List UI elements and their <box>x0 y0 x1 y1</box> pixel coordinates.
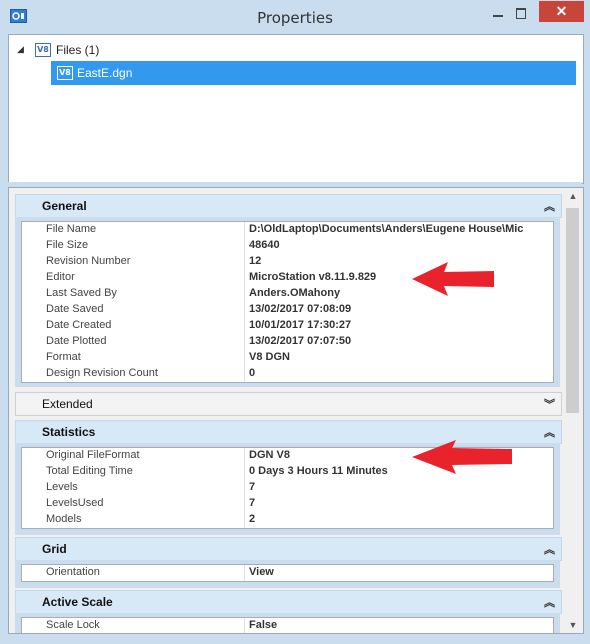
vertical-scrollbar[interactable]: ▲ ▼ <box>564 188 582 633</box>
chevron-up-icon[interactable]: ︽ <box>544 424 555 440</box>
section-body-grid: Orientation View <box>15 560 560 588</box>
property-grid-active-scale: Scale Lock False <box>21 617 554 633</box>
scrollbar-thumb[interactable] <box>566 208 579 413</box>
chevron-up-icon[interactable]: ︽ <box>544 541 555 557</box>
property-grid-grid: Orientation View <box>21 564 554 582</box>
property-value: 13/02/2017 07:07:50 <box>249 335 352 347</box>
property-value: 48640 <box>249 239 280 251</box>
red-arrow-annotation-icon <box>412 440 512 474</box>
property-value: View <box>249 566 274 578</box>
chevron-down-icon[interactable]: ︾ <box>544 396 555 412</box>
section-title: Statistics <box>42 425 96 439</box>
property-label: File Name <box>46 223 97 235</box>
property-row[interactable]: Design Revision Count 0 <box>22 366 553 382</box>
scroll-down-arrow-icon[interactable]: ▼ <box>564 617 582 633</box>
property-value: 0 Days 3 Hours 11 Minutes <box>249 465 388 477</box>
property-label: File Size <box>46 239 89 251</box>
section-header-grid[interactable]: Grid ︽ <box>15 537 562 561</box>
property-label: Editor <box>46 271 75 283</box>
property-label: Revision Number <box>46 255 131 267</box>
property-value: DGN V8 <box>249 449 290 461</box>
section-header-general[interactable]: General ︽ <box>15 194 562 218</box>
property-label: Format <box>46 351 81 363</box>
property-row[interactable]: File Name D:\OldLaptop\Documents\Anders\E… <box>22 222 553 238</box>
minimize-button[interactable] <box>487 4 509 22</box>
tree-root-label[interactable]: Files (1) <box>56 43 99 57</box>
property-value: False <box>249 619 278 631</box>
property-label: Levels <box>46 481 78 493</box>
scroll-up-arrow-icon[interactable]: ▲ <box>564 188 582 204</box>
property-value: 10/01/2017 17:30:27 <box>249 319 352 331</box>
v8-file-icon: V8 <box>57 66 73 80</box>
property-label: Date Saved <box>46 303 104 315</box>
property-label: Design Revision Count <box>46 367 158 379</box>
property-row[interactable]: Date Plotted 13/02/2017 07:07:50 <box>22 334 553 350</box>
tree-item-label: EastE.dgn <box>77 66 133 80</box>
property-row[interactable]: Format V8 DGN <box>22 350 553 366</box>
property-row[interactable]: Scale Lock False <box>22 618 553 633</box>
property-label: Original FileFormat <box>46 449 140 461</box>
property-row[interactable]: Orientation View <box>22 565 553 581</box>
property-value: V8 DGN <box>249 351 290 363</box>
property-value: 2 <box>249 513 256 525</box>
tree-item-selected-file[interactable]: V8 EastE.dgn <box>51 61 576 85</box>
chevron-up-icon[interactable]: ︽ <box>544 594 555 610</box>
property-label: Date Created <box>46 319 112 331</box>
property-value: 7 <box>249 481 256 493</box>
section-body-active-scale: Scale Lock False <box>15 613 560 633</box>
property-row[interactable]: Levels 7 <box>22 480 553 496</box>
property-label: Models <box>46 513 82 525</box>
title-bar[interactable]: Properties ✕ <box>0 0 590 34</box>
section-title: Grid <box>42 542 67 556</box>
chevron-up-icon[interactable]: ︽ <box>544 198 555 214</box>
section-header-extended[interactable]: Extended ︾ <box>15 392 562 416</box>
file-tree[interactable]: ◢ V8 Files (1) V8 EastE.dgn <box>8 34 584 184</box>
section-title: General <box>42 199 87 213</box>
property-row[interactable]: Date Created 10/01/2017 17:30:27 <box>22 318 553 334</box>
v8-file-icon: V8 <box>35 43 51 57</box>
property-grid-general: File Name D:\OldLaptop\Documents\Anders\E… <box>21 221 554 383</box>
property-value: D:\OldLaptop\Documents\Anders\Eugene Hou… <box>249 223 524 235</box>
close-button[interactable]: ✕ <box>539 1 584 22</box>
property-row[interactable]: File Size 48640 <box>22 238 553 254</box>
property-label: Total Editing Time <box>46 465 133 477</box>
property-row[interactable]: LevelsUsed 7 <box>22 496 553 512</box>
property-row[interactable]: Date Saved 13/02/2017 07:08:09 <box>22 302 553 318</box>
property-row[interactable]: Models 2 <box>22 512 553 528</box>
property-label: LevelsUsed <box>46 497 104 509</box>
maximize-button[interactable] <box>510 4 532 22</box>
properties-window: Properties ✕ ◢ V8 Files (1) V8 EastE.dgn… <box>0 0 590 644</box>
property-value: 13/02/2017 07:08:09 <box>249 303 352 315</box>
property-label: Orientation <box>46 566 100 578</box>
property-label: Scale Lock <box>46 619 100 631</box>
property-label: Last Saved By <box>46 287 117 299</box>
properties-pane: General ︽ File Name D:\OldLaptop\Document… <box>8 187 584 634</box>
red-arrow-annotation-icon <box>412 262 494 296</box>
property-value: 0 <box>249 367 256 379</box>
section-title: Extended <box>42 397 93 411</box>
property-value: MicroStation v8.11.9.829 <box>249 271 377 283</box>
section-header-active-scale[interactable]: Active Scale ︽ <box>15 590 562 614</box>
property-value: Anders.OMahony <box>249 287 341 299</box>
section-title: Active Scale <box>42 595 113 609</box>
property-value: 7 <box>249 497 256 509</box>
collapse-triangle-icon[interactable]: ◢ <box>17 44 24 55</box>
property-value: 12 <box>249 255 262 267</box>
property-label: Date Plotted <box>46 335 107 347</box>
section-body-general: File Name D:\OldLaptop\Documents\Anders\E… <box>15 217 560 387</box>
